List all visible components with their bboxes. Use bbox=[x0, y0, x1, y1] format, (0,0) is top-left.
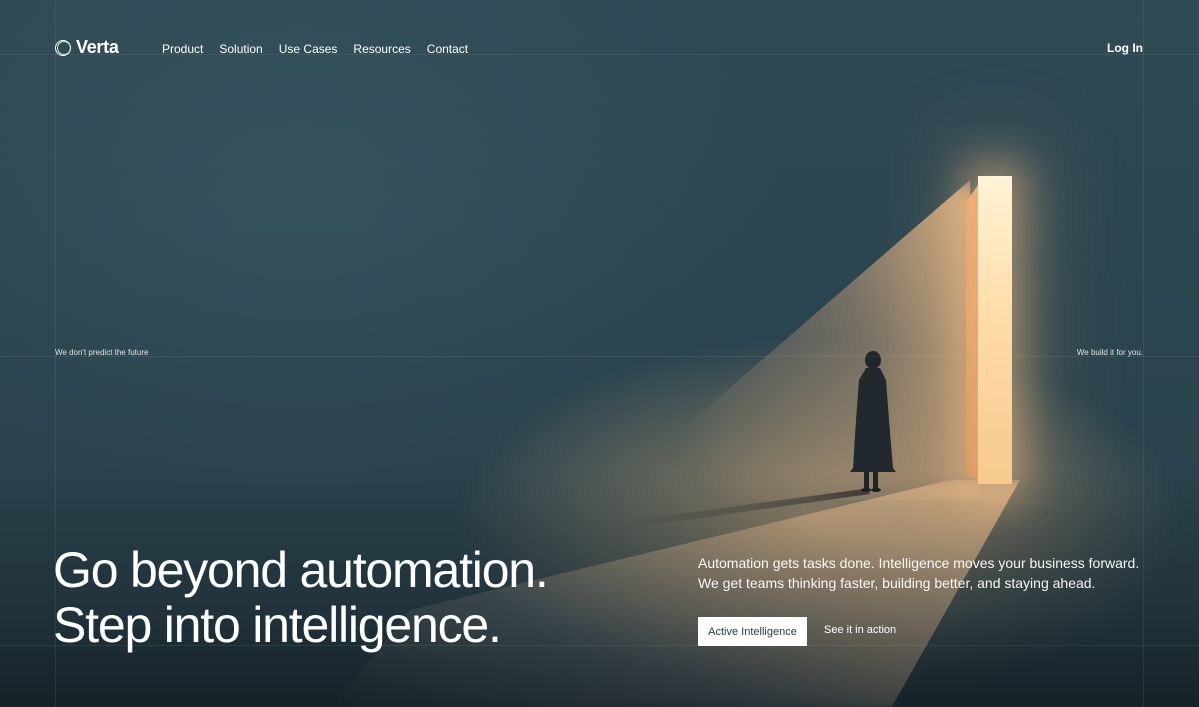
guide-line bbox=[0, 356, 1199, 357]
headline-line-2: Step into intelligence. bbox=[53, 597, 502, 653]
active-intelligence-button[interactable]: Active Intelligence bbox=[698, 617, 807, 646]
login-link[interactable]: Log In bbox=[1107, 41, 1143, 55]
hero-headline: Go beyond automation. Step into intellig… bbox=[53, 542, 549, 653]
main-nav: Product Solution Use Cases Resources Con… bbox=[162, 42, 468, 56]
headline-line-1: Go beyond automation. bbox=[53, 542, 549, 598]
side-caption-left: We don't predict the future bbox=[55, 348, 149, 357]
double-ring-icon bbox=[55, 39, 71, 56]
brand-name: Verta bbox=[76, 37, 119, 57]
guide-line bbox=[1143, 0, 1144, 707]
tagline-line-2: We get teams thinking faster, building b… bbox=[698, 575, 1096, 591]
hero-section: Verta Product Solution Use Cases Resourc… bbox=[0, 0, 1199, 707]
side-caption-right: We build it for you. bbox=[1076, 348, 1143, 357]
brand-logo[interactable]: Verta bbox=[55, 37, 119, 58]
nav-item-product[interactable]: Product bbox=[162, 42, 203, 56]
nav-item-use-cases[interactable]: Use Cases bbox=[279, 42, 338, 56]
tagline-line-1: Automation gets tasks done. Intelligence… bbox=[698, 555, 1140, 571]
glowing-door bbox=[978, 176, 1012, 484]
hero-tagline: Automation gets tasks done. Intelligence… bbox=[698, 553, 1158, 593]
see-it-in-action-link[interactable]: See it in action bbox=[824, 624, 896, 636]
nav-item-solution[interactable]: Solution bbox=[219, 42, 262, 56]
nav-item-contact[interactable]: Contact bbox=[427, 42, 468, 56]
light-beam-wall bbox=[600, 180, 980, 500]
silhouette-figure bbox=[850, 351, 896, 492]
nav-item-resources[interactable]: Resources bbox=[353, 42, 410, 56]
